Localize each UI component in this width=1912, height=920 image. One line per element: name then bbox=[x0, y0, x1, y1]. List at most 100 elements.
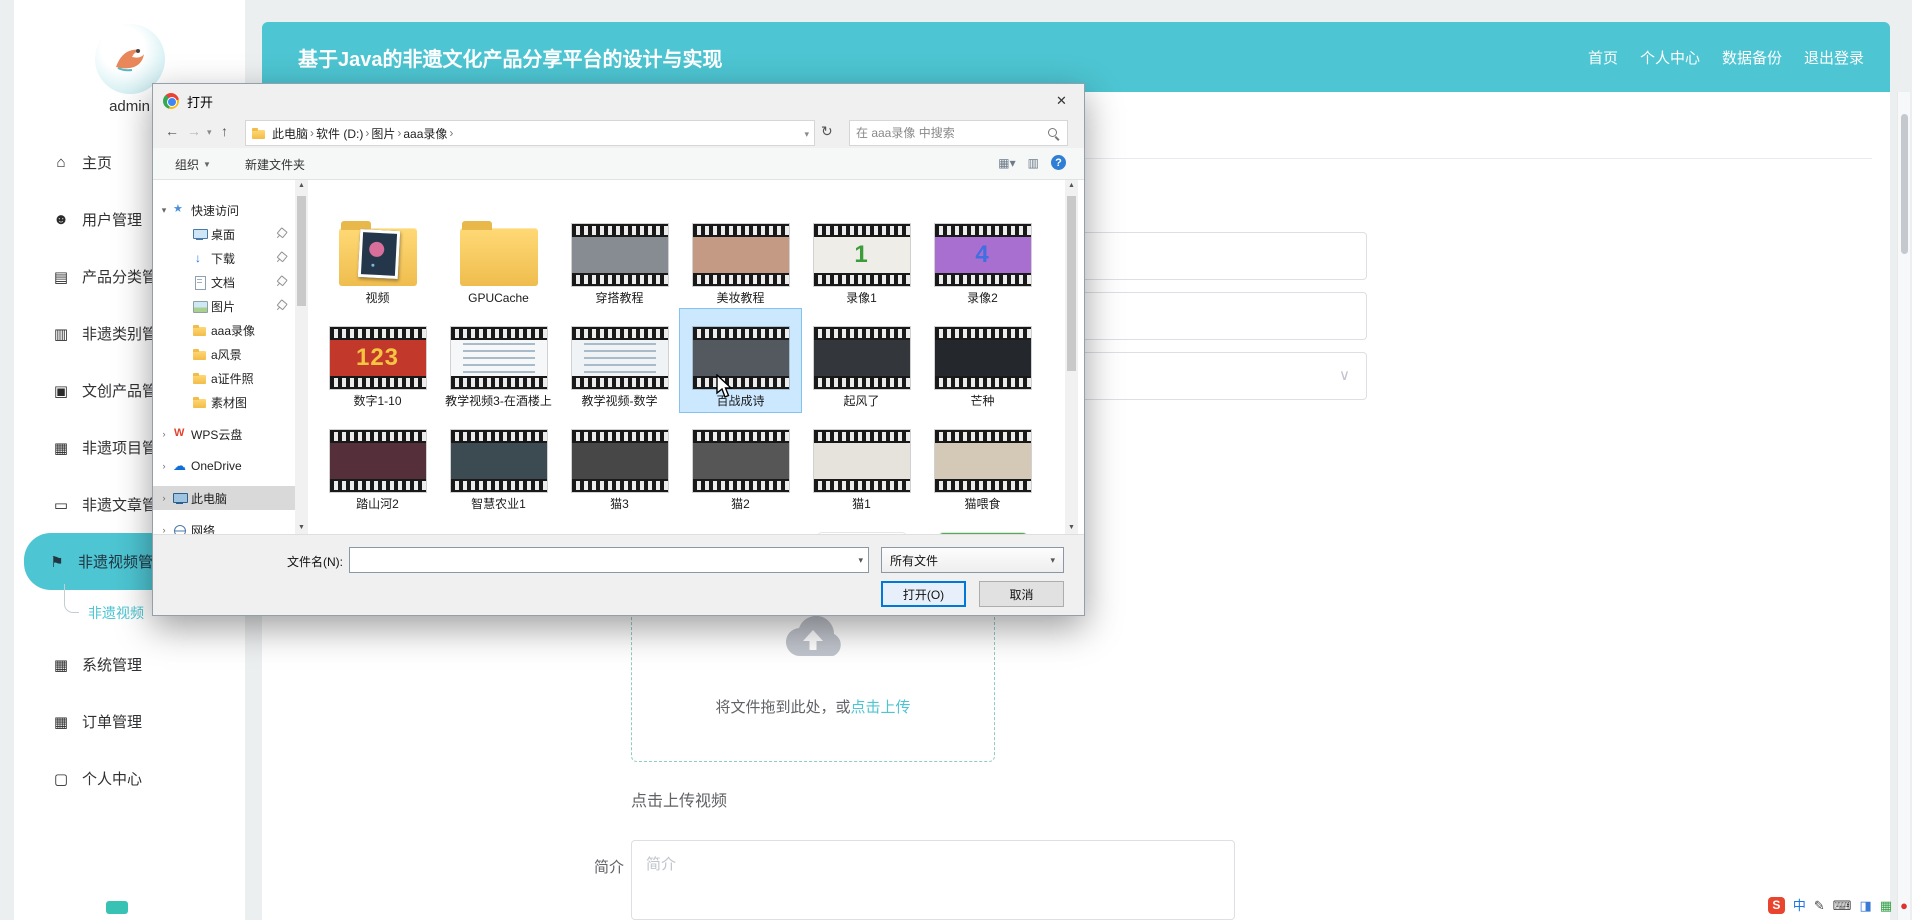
tree-item-0[interactable]: ▾快速访问 bbox=[153, 198, 295, 222]
scrollbar-thumb[interactable] bbox=[297, 196, 306, 306]
tree-item-8[interactable]: 素材图 bbox=[153, 390, 295, 414]
filename-combo[interactable]: ▾ bbox=[349, 547, 869, 573]
file-item-10[interactable]: 起风了 bbox=[801, 309, 922, 412]
refresh-icon[interactable]: ↻ bbox=[821, 123, 833, 140]
file-item-9[interactable]: 百战成诗 bbox=[680, 309, 801, 412]
view-mode-icon[interactable]: ▦▾ bbox=[998, 156, 1015, 170]
preview-pane-icon[interactable]: ▥ bbox=[1028, 156, 1039, 170]
tree-item-11[interactable]: ›此电脑 bbox=[153, 486, 295, 510]
files-scrollbar[interactable]: ▲ ▼ bbox=[1065, 180, 1078, 534]
chevron-down-icon: ▼ bbox=[203, 160, 211, 169]
tree-scrollbar[interactable]: ▲ ▼ bbox=[295, 180, 308, 534]
address-dropdown-icon[interactable]: ▾ bbox=[804, 129, 809, 140]
file-item-22[interactable] bbox=[801, 515, 922, 534]
intro-textarea[interactable]: 简介 bbox=[631, 840, 1235, 920]
open-button[interactable]: 打开(O) bbox=[881, 581, 966, 607]
extensions-icon[interactable]: ▦ bbox=[1880, 899, 1892, 912]
scroll-up-icon[interactable]: ▲ bbox=[295, 180, 308, 192]
file-item-15[interactable]: 猫2 bbox=[680, 412, 801, 515]
header-nav: 首页 个人中心 数据备份 退出登录 bbox=[1588, 22, 1864, 92]
sidebar-item-9[interactable]: ▦订单管理 bbox=[14, 693, 245, 750]
scrollbar-thumb[interactable] bbox=[1901, 114, 1908, 254]
file-item-23[interactable] bbox=[922, 515, 1043, 534]
filetype-select[interactable]: 所有文件 ▾ bbox=[881, 547, 1064, 573]
file-item-20[interactable] bbox=[559, 515, 680, 534]
file-item-14[interactable]: 猫3 bbox=[559, 412, 680, 515]
notification-icon[interactable]: ● bbox=[1900, 899, 1908, 912]
tree-item-6[interactable]: a风景 bbox=[153, 342, 295, 366]
ime-language-icon[interactable]: 中 bbox=[1793, 899, 1806, 912]
back-icon[interactable]: ← bbox=[165, 123, 179, 139]
tree-item-4[interactable]: 图片 bbox=[153, 294, 295, 318]
cloud-icon bbox=[173, 460, 187, 473]
upload-link[interactable]: 点击上传 bbox=[851, 699, 911, 716]
file-item-3[interactable]: 美妆教程 bbox=[680, 206, 801, 309]
header-nav-link-3[interactable]: 退出登录 bbox=[1804, 47, 1864, 68]
tree-item-12[interactable]: ›网络 bbox=[153, 518, 295, 534]
sidebar-item-10[interactable]: ▢个人中心 bbox=[14, 750, 245, 807]
search-box[interactable] bbox=[849, 120, 1068, 146]
file-item-5[interactable]: 4录像2 bbox=[922, 206, 1043, 309]
search-input[interactable] bbox=[856, 121, 1044, 145]
file-item-8[interactable]: 教学视频-数学 bbox=[559, 309, 680, 412]
help-icon[interactable]: ? bbox=[1051, 155, 1066, 170]
scroll-down-icon[interactable]: ▼ bbox=[295, 522, 308, 534]
file-item-12[interactable]: 踏山河2 bbox=[317, 412, 438, 515]
file-item-13[interactable]: 智慧农业1 bbox=[438, 412, 559, 515]
sogou-input-icon[interactable]: S bbox=[1768, 897, 1785, 914]
file-item-19[interactable] bbox=[438, 515, 559, 534]
scroll-up-icon[interactable]: ▲ bbox=[1065, 180, 1078, 192]
header-nav-link-0[interactable]: 首页 bbox=[1588, 47, 1618, 68]
header-nav-link-2[interactable]: 数据备份 bbox=[1722, 47, 1782, 68]
doc-icon: ▣ bbox=[52, 382, 70, 400]
scrollbar-thumb[interactable] bbox=[1067, 196, 1076, 371]
content-scrollbar[interactable] bbox=[1897, 92, 1910, 920]
dialog-titlebar[interactable]: 打开 ✕ bbox=[153, 84, 1084, 118]
tree-item-9[interactable]: ›WPS云盘 bbox=[153, 422, 295, 446]
tree-item-3[interactable]: 文档 bbox=[153, 270, 295, 294]
tree-item-1[interactable]: 桌面 bbox=[153, 222, 295, 246]
header-nav-link-1[interactable]: 个人中心 bbox=[1640, 47, 1700, 68]
address-bar[interactable]: 此电脑›软件 (D:)›图片›aaa录像› ▾ bbox=[245, 120, 815, 146]
keyboard-icon[interactable]: ⌨ bbox=[1833, 899, 1852, 912]
file-item-18[interactable] bbox=[317, 515, 438, 534]
file-item-21[interactable] bbox=[680, 515, 801, 534]
chrome-icon bbox=[163, 93, 179, 109]
breadcrumb-segment-1[interactable]: 软件 (D:) bbox=[316, 125, 363, 142]
breadcrumb-separator: › bbox=[449, 126, 453, 140]
up-icon[interactable]: ↑ bbox=[221, 123, 228, 139]
tree-item-10[interactable]: ›OneDrive bbox=[153, 454, 295, 478]
file-item-6[interactable]: 123数字1-10 bbox=[317, 309, 438, 412]
file-item-16[interactable]: 猫1 bbox=[801, 412, 922, 515]
file-item-4[interactable]: 1录像1 bbox=[801, 206, 922, 309]
filename-input[interactable] bbox=[350, 548, 848, 572]
taskbar-item[interactable] bbox=[106, 901, 128, 914]
organize-button[interactable]: 组织 ▼ bbox=[175, 156, 211, 173]
close-icon[interactable]: ✕ bbox=[1039, 84, 1084, 117]
breadcrumb-segment-2[interactable]: 图片 bbox=[371, 125, 395, 142]
file-item-0[interactable]: 视频 bbox=[317, 206, 438, 309]
breadcrumb-segment-3[interactable]: aaa录像 bbox=[403, 125, 447, 142]
history-dropdown-icon[interactable]: ▾ bbox=[207, 127, 212, 138]
sidebar-item-8[interactable]: ▦系统管理 bbox=[14, 636, 245, 693]
file-item-17[interactable]: 猫喂食 bbox=[922, 412, 1043, 515]
tree-item-2[interactable]: 下载 bbox=[153, 246, 295, 270]
cancel-button[interactable]: 取消 bbox=[979, 581, 1064, 607]
pen-icon[interactable]: ✎ bbox=[1814, 899, 1825, 912]
file-name: 数字1-10 bbox=[353, 394, 401, 409]
filename-dropdown-icon[interactable]: ▾ bbox=[858, 555, 863, 566]
tree-item-5[interactable]: aaa录像 bbox=[153, 318, 295, 342]
file-item-2[interactable]: 穿搭教程 bbox=[559, 206, 680, 309]
forward-icon[interactable]: → bbox=[187, 123, 201, 139]
file-item-11[interactable]: 芒种 bbox=[922, 309, 1043, 412]
breadcrumb-segment-0[interactable]: 此电脑 bbox=[272, 125, 308, 142]
scroll-down-icon[interactable]: ▼ bbox=[1065, 522, 1078, 534]
folder-icon bbox=[339, 228, 417, 286]
new-folder-button[interactable]: 新建文件夹 bbox=[245, 156, 305, 173]
file-item-7[interactable]: 教学视频3-在酒楼上 bbox=[438, 309, 559, 412]
address-toolbar: ← → ▾ ↑ 此电脑›软件 (D:)›图片›aaa录像› ▾ ↻ bbox=[153, 118, 1084, 148]
tree-item-7[interactable]: a证件照 bbox=[153, 366, 295, 390]
folder-tree: ▾快速访问桌面下载文档图片aaa录像a风景a证件照素材图 ›WPS云盘 ›OneDr… bbox=[153, 180, 295, 534]
file-item-1[interactable]: GPUCache bbox=[438, 206, 559, 309]
panel-icon[interactable]: ◨ bbox=[1860, 899, 1872, 912]
